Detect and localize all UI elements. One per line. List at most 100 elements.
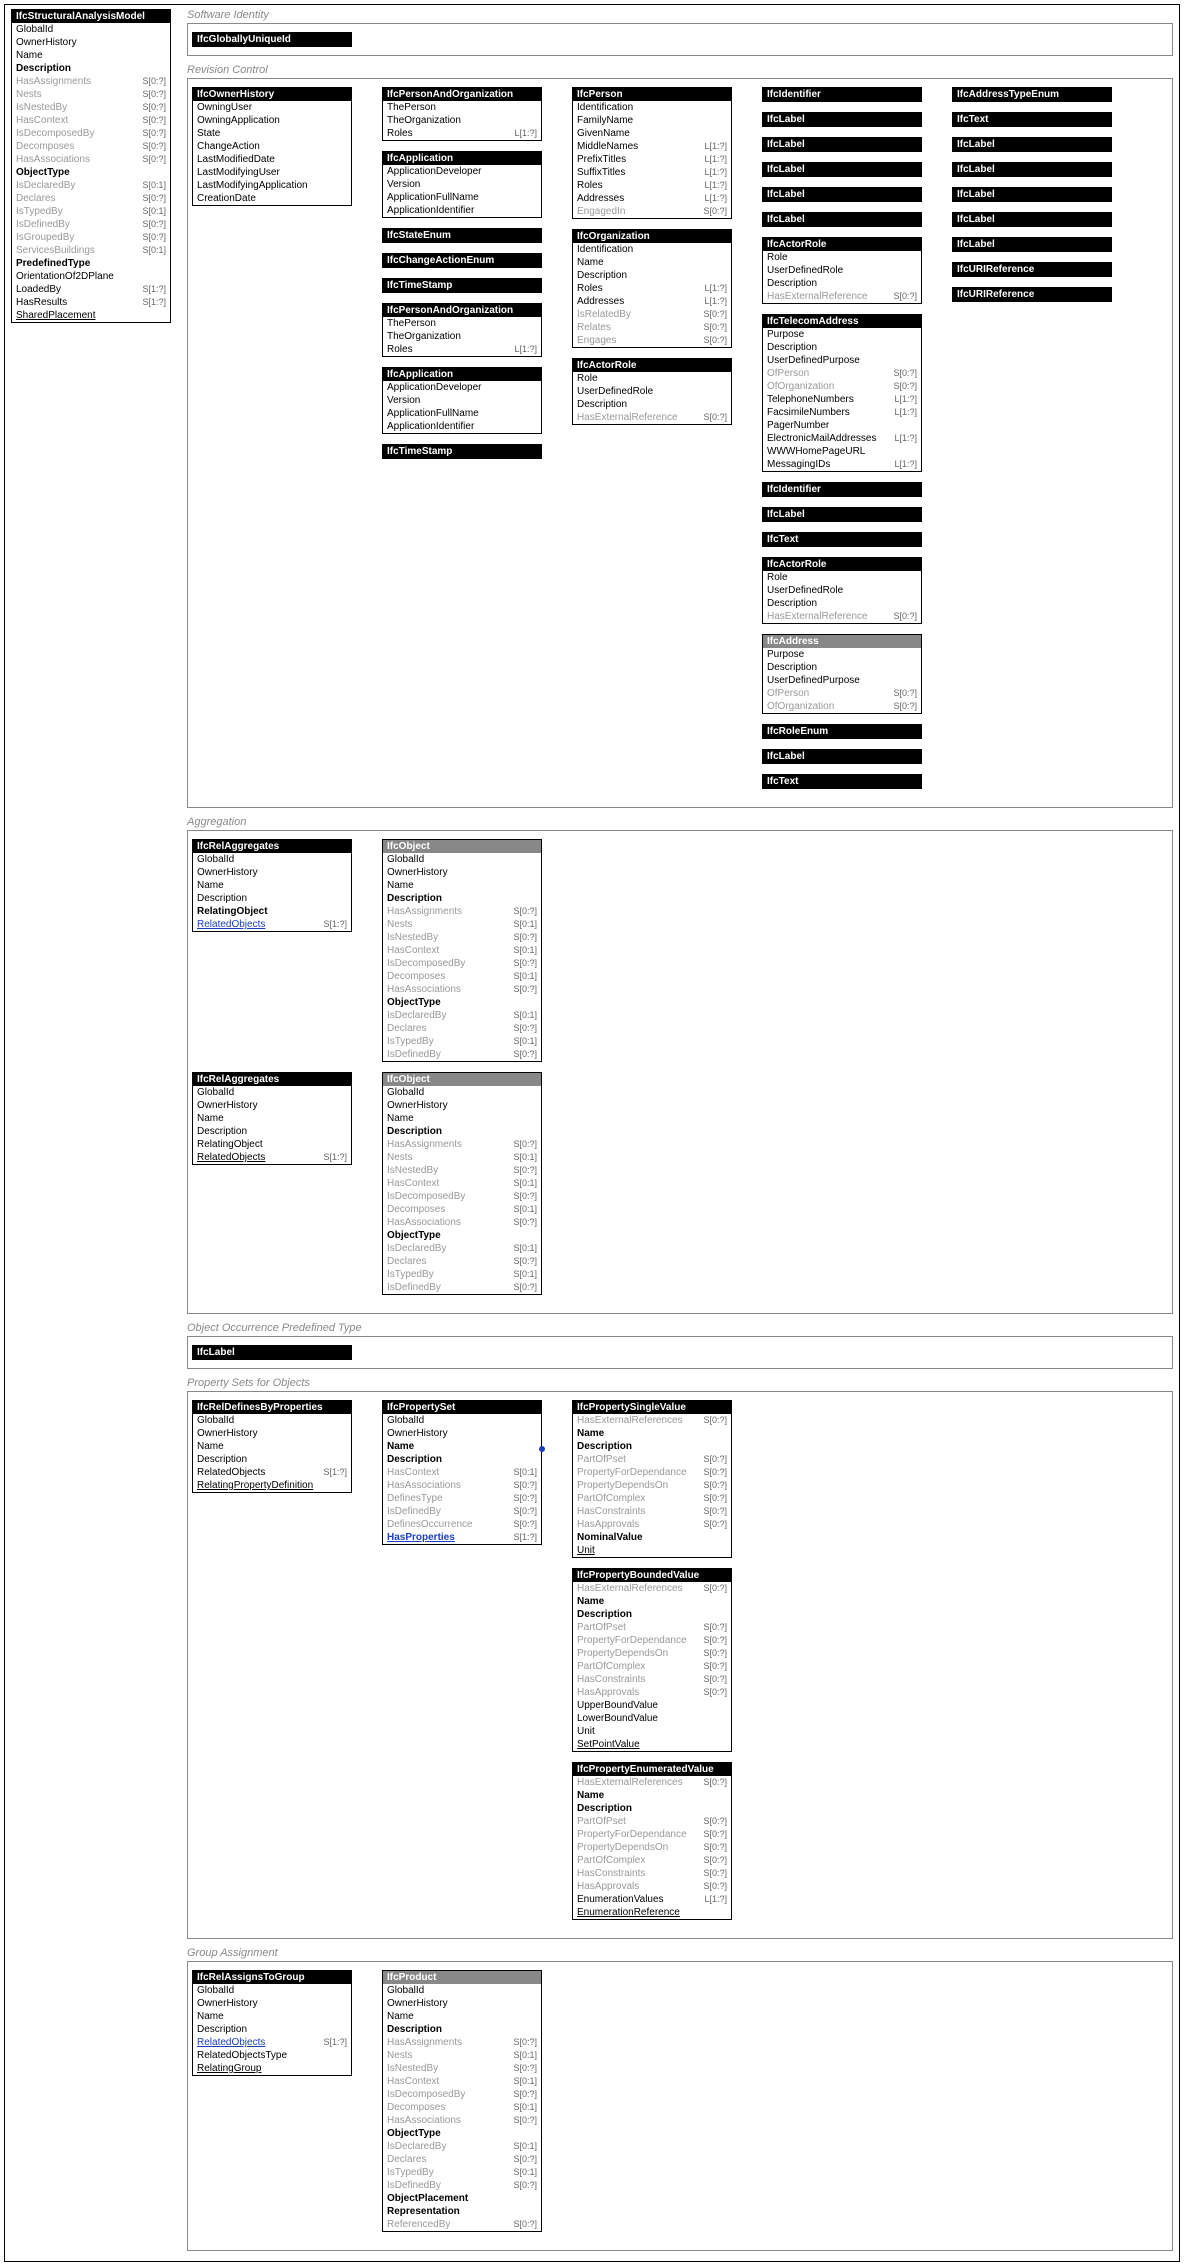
attr-row: ApplicationFullName xyxy=(383,191,541,204)
attr-name: Nests xyxy=(16,88,42,101)
attr-name: OwnerHistory xyxy=(387,866,448,879)
entity-title: IfcRelDefinesByProperties xyxy=(193,1401,351,1414)
attr-name[interactable]: RelatedObjects xyxy=(197,2036,265,2049)
attr-cardinality: S[0:1] xyxy=(513,944,537,957)
attr-row: DecomposesS[0:1] xyxy=(383,1203,541,1216)
attr-name: RelatingGroup xyxy=(197,2062,261,2075)
entity-title: IfcPropertySingleValue xyxy=(573,1401,731,1414)
attr-row: FacsimileNumbersL[1:?] xyxy=(763,406,921,419)
attr-list: ThePersonTheOrganizationRolesL[1:?] xyxy=(383,101,541,140)
attr-name: Nests xyxy=(387,1151,413,1164)
entity: IfcLabel xyxy=(762,137,922,152)
attr-row: LastModifyingUser xyxy=(193,166,351,179)
entity: IfcLabel xyxy=(762,212,922,227)
attr-cardinality: S[0:?] xyxy=(513,2036,537,2049)
attr-row: IsDecomposedByS[0:?] xyxy=(383,957,541,970)
attr-row: Name xyxy=(383,1440,541,1453)
entity-title: IfcLabel xyxy=(953,138,1111,151)
attr-cardinality: S[0:?] xyxy=(513,1255,537,1268)
entity-reldefines: IfcRelDefinesByProperties GlobalIdOwnerH… xyxy=(192,1400,352,1493)
attr-name: Name xyxy=(577,256,604,269)
attr-name: ThePerson xyxy=(387,101,436,114)
attr-name: Purpose xyxy=(767,328,804,341)
attr-name: Description xyxy=(577,1802,632,1815)
entity-title: IfcLabel xyxy=(953,188,1111,201)
attr-cardinality: S[1:?] xyxy=(323,2036,347,2049)
attr-cardinality: S[0:1] xyxy=(142,205,166,218)
rc-col4: IfcIdentifierIfcLabelIfcLabelIfcLabelIfc… xyxy=(762,87,922,789)
entity-title: IfcObject xyxy=(383,1073,541,1086)
attr-cardinality: S[0:?] xyxy=(142,114,166,127)
attr-row: HasConstraintsS[0:?] xyxy=(573,1505,731,1518)
attr-name: RelatingPropertyDefinition xyxy=(197,1479,313,1492)
attr-row: HasExternalReferencesS[0:?] xyxy=(573,1776,731,1789)
entity-title: IfcPropertyEnumeratedValue xyxy=(573,1763,731,1776)
attr-row: DecomposesS[0:1] xyxy=(383,970,541,983)
attr-name: UserDefinedRole xyxy=(577,385,653,398)
attr-cardinality: S[0:?] xyxy=(703,1828,727,1841)
attr-name: Purpose xyxy=(767,648,804,661)
attr-row: PropertyForDependanceS[0:?] xyxy=(573,1466,731,1479)
attr-row: OfOrganizationS[0:?] xyxy=(763,700,921,713)
attr-row: RelatedObjects S[1:?] xyxy=(193,2036,351,2049)
attr-row: ObjectType xyxy=(383,1229,541,1242)
attr-row: HasExternalReferencesS[0:?] xyxy=(573,1582,731,1595)
attr-name: UserDefinedRole xyxy=(767,584,843,597)
entity: IfcPersonAndOrganizationThePersonTheOrga… xyxy=(382,303,542,357)
attr-name: HasContext xyxy=(387,2075,439,2088)
attr-cardinality: L[1:?] xyxy=(704,1893,727,1906)
attr-cardinality: S[0:?] xyxy=(703,205,727,218)
section-ga: IfcRelAssignsToGroup GlobalIdOwnerHistor… xyxy=(187,1961,1173,2251)
attr-row: OwnerHistory xyxy=(383,1427,541,1440)
attr-name[interactable]: HasProperties xyxy=(387,1531,455,1544)
attr-cardinality: L[1:?] xyxy=(704,153,727,166)
attr-row: Description xyxy=(193,1453,351,1466)
entity: IfcLabel xyxy=(762,507,922,522)
attr-name: Description xyxy=(577,269,627,282)
attr-name: GivenName xyxy=(577,127,630,140)
attr-name: RelatedObjects xyxy=(197,1151,265,1164)
attr-name: Name xyxy=(577,1427,604,1440)
attr-row: HasConstraintsS[0:?] xyxy=(573,1867,731,1880)
attr-name: GlobalId xyxy=(387,1086,424,1099)
attr-name: GlobalId xyxy=(197,1086,234,1099)
attr-row: GlobalId xyxy=(193,1414,351,1427)
attr-row: IsNestedByS[0:?] xyxy=(383,931,541,944)
attr-name: PropertyForDependance xyxy=(577,1466,687,1479)
attr-list: ApplicationDeveloperVersionApplicationFu… xyxy=(383,165,541,217)
attr-name: IsDefinedBy xyxy=(387,1505,441,1518)
entity-title: IfcStructuralAnalysisModel xyxy=(12,10,170,23)
attr-name: HasExternalReference xyxy=(767,610,868,623)
attr-row: OfPersonS[0:?] xyxy=(763,687,921,700)
entity: IfcApplicationApplicationDeveloperVersio… xyxy=(382,151,542,218)
entity-title: IfcOrganization xyxy=(573,230,731,243)
attr-row: Unit xyxy=(573,1725,731,1738)
attr-name: GlobalId xyxy=(387,1984,424,1997)
attr-row: UserDefinedRole xyxy=(573,385,731,398)
entity: IfcLabel xyxy=(762,162,922,177)
attr-row: HasApprovalsS[0:?] xyxy=(573,1518,731,1531)
attr-cardinality: S[0:?] xyxy=(703,1505,727,1518)
attr-name: HasContext xyxy=(387,1466,439,1479)
attr-row: ApplicationFullName xyxy=(383,407,541,420)
attr-cardinality: S[0:1] xyxy=(513,1268,537,1281)
attr-name: ReferencedBy xyxy=(387,2218,450,2231)
attr-name: GlobalId xyxy=(387,853,424,866)
entity: IfcTelecomAddressPurposeDescriptionUserD… xyxy=(762,314,922,472)
attr-name[interactable]: RelatedObjects xyxy=(197,918,265,931)
attr-row: ObjectType xyxy=(383,2127,541,2140)
attr-name: FamilyName xyxy=(577,114,633,127)
entity-title: IfcTelecomAddress xyxy=(763,315,921,328)
attr-row: RolesL[1:?] xyxy=(383,343,541,356)
attr-cardinality: S[0:?] xyxy=(513,1022,537,1035)
attr-name: IsDeclaredBy xyxy=(387,2140,446,2153)
attr-row: Description xyxy=(573,1802,731,1815)
entity: IfcLabel xyxy=(952,162,1112,177)
attr-name: IsNestedBy xyxy=(387,931,438,944)
attr-name: ApplicationIdentifier xyxy=(387,420,474,433)
attr-row: GlobalId xyxy=(383,1414,541,1427)
section-agg: IfcRelAggregates GlobalIdOwnerHistoryNam… xyxy=(187,830,1173,1314)
entity: IfcLabel xyxy=(762,187,922,202)
attr-row: PartOfComplexS[0:?] xyxy=(573,1854,731,1867)
attr-row: RelatesS[0:?] xyxy=(573,321,731,334)
